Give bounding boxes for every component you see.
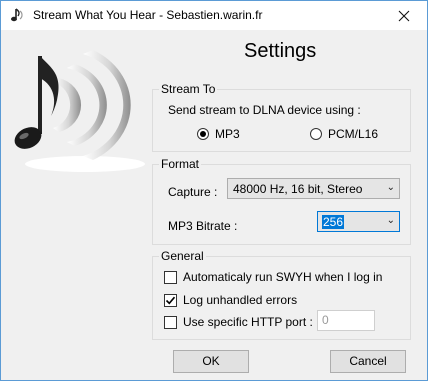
general-legend: General [159, 249, 206, 263]
general-group: General Automaticaly run SWYH when I log… [152, 249, 411, 340]
http-port-checkbox[interactable] [164, 316, 177, 329]
mp3-bitrate-select[interactable]: 256 ⌄ [317, 211, 400, 232]
checkmark-icon [165, 296, 176, 305]
log-errors-checkbox[interactable] [164, 294, 177, 307]
format-legend: Format [159, 157, 202, 171]
capture-select[interactable]: 48000 Hz, 16 bit, Stereo ⌄ [227, 178, 400, 199]
http-port-checkbox-label[interactable]: Use specific HTTP port : [183, 315, 313, 329]
mp3-bitrate-label: MP3 Bitrate : [168, 219, 238, 233]
music-note-sound-waves-logo [14, 50, 145, 172]
page-title: Settings [244, 40, 317, 62]
close-button[interactable] [381, 1, 427, 30]
format-group: Format Capture : 48000 Hz, 16 bit, Stere… [152, 157, 411, 245]
stream-to-legend: Stream To [159, 82, 218, 96]
settings-window: Stream What You Hear - Sebastien.warin.f… [0, 0, 428, 381]
autorun-checkbox[interactable] [164, 271, 177, 284]
music-note-icon [11, 8, 23, 22]
stream-to-description: Send stream to DLNA device using : [168, 103, 361, 117]
chevron-down-icon: ⌄ [386, 182, 395, 193]
chevron-down-icon: ⌄ [386, 215, 395, 226]
cancel-button[interactable]: Cancel [330, 350, 406, 373]
ok-button[interactable]: OK [173, 350, 249, 373]
dialog-body: Settings Stream To Send stream to DLNA d… [1, 30, 427, 380]
mp3-radio-label[interactable]: MP3 [215, 127, 240, 141]
title-bar[interactable]: Stream What You Hear - Sebastien.warin.f… [1, 1, 427, 30]
close-icon [398, 10, 410, 21]
log-errors-checkbox-label[interactable]: Log unhandled errors [183, 293, 297, 307]
mp3-bitrate-select-value: 256 [322, 215, 345, 229]
pcm-l16-radio-label[interactable]: PCM/L16 [328, 127, 378, 141]
window-title: Stream What You Hear - Sebastien.warin.f… [33, 8, 263, 22]
capture-label: Capture : [168, 185, 218, 199]
http-port-input[interactable]: 0 [317, 310, 375, 331]
capture-select-value: 48000 Hz, 16 bit, Stereo [233, 182, 363, 196]
autorun-checkbox-label[interactable]: Automaticaly run SWYH when I log in [183, 270, 382, 284]
pcm-l16-radio[interactable] [310, 128, 322, 140]
stream-to-group: Stream To Send stream to DLNA device usi… [152, 82, 411, 152]
mp3-radio[interactable] [197, 128, 209, 140]
